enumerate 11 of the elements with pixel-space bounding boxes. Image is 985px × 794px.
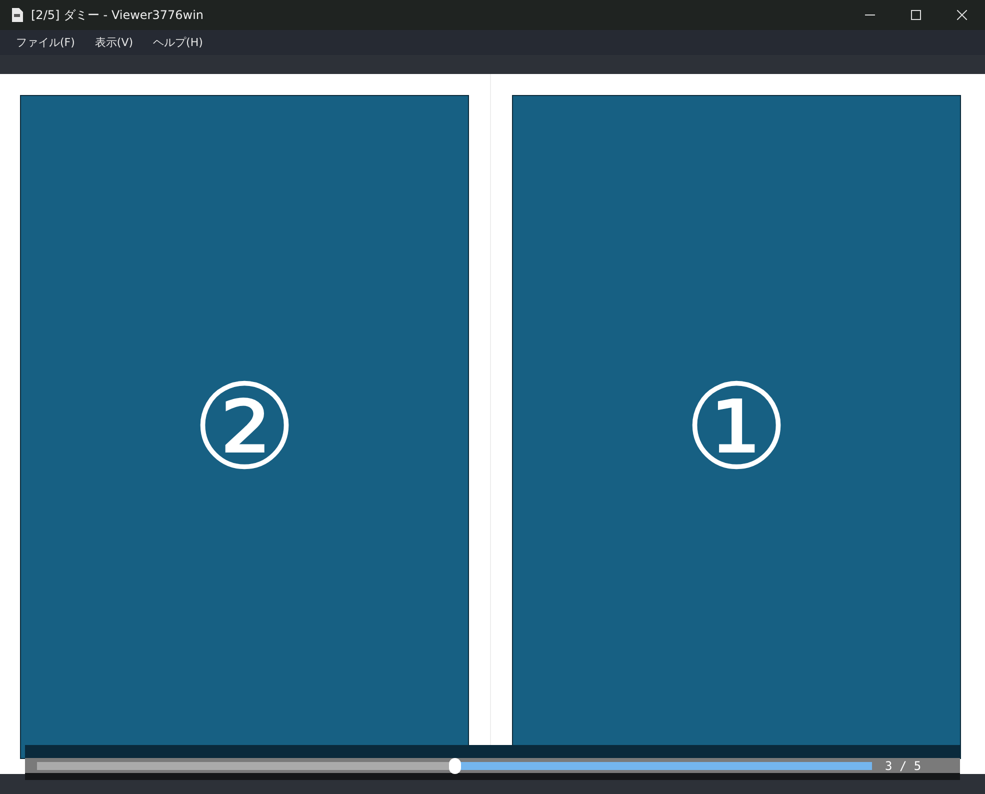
menu-item[interactable]: ヘルプ(H) bbox=[143, 35, 213, 50]
page-number: ① bbox=[684, 368, 790, 486]
close-icon bbox=[957, 10, 967, 20]
maximize-icon bbox=[911, 10, 921, 20]
document-icon bbox=[11, 8, 23, 22]
menu-item[interactable]: ファイル(F) bbox=[6, 35, 85, 50]
page-counter: 3 / 5 bbox=[885, 759, 922, 773]
page-number: ② bbox=[192, 368, 298, 486]
menu-item[interactable]: 表示(V) bbox=[84, 35, 144, 50]
slider-thumb[interactable] bbox=[448, 758, 460, 774]
window-title: [2/5] ダミー - Viewer3776win bbox=[31, 6, 205, 24]
